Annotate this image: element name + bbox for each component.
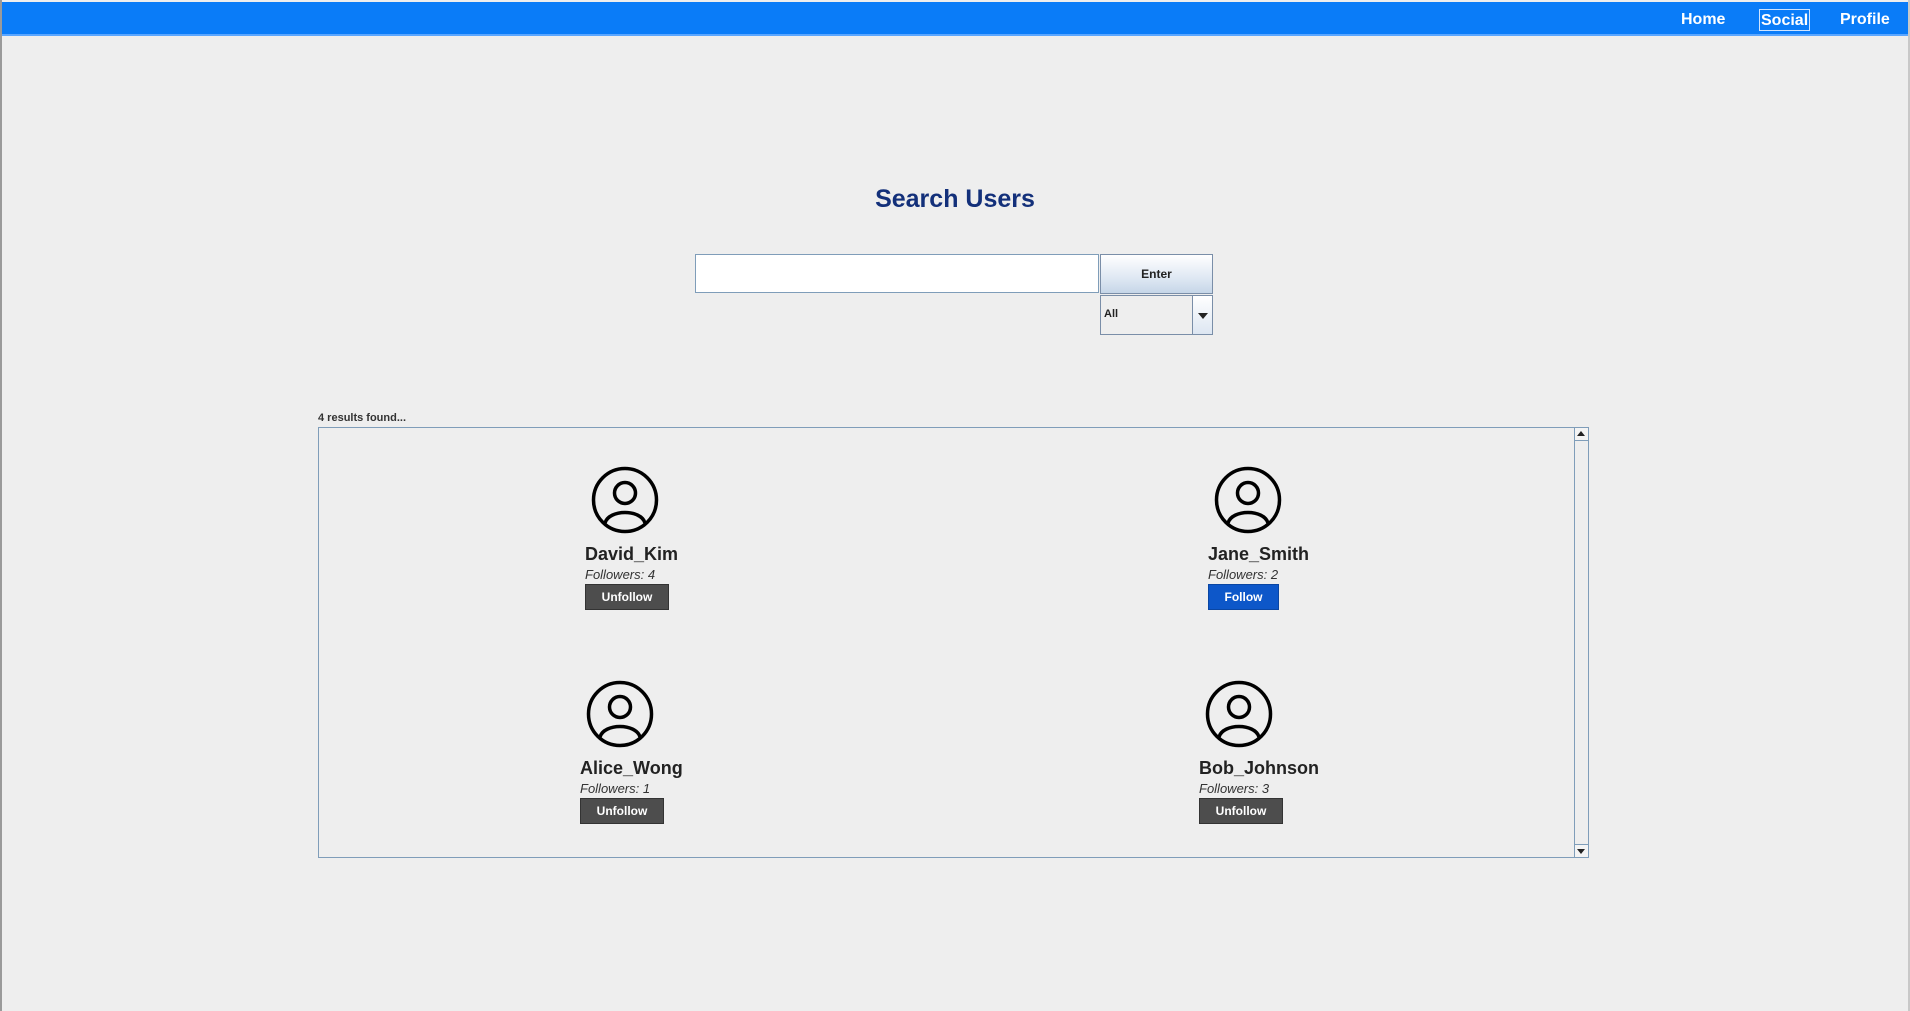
- user-card: Jane_Smith Followers: 2 Follow: [1208, 466, 1408, 616]
- user-circle-icon: [1205, 680, 1273, 748]
- scroll-up-icon[interactable]: [1575, 428, 1588, 441]
- filter-selected-value: All: [1104, 308, 1119, 320]
- user-circle-icon: [586, 680, 654, 748]
- follow-button[interactable]: Follow: [1208, 584, 1279, 610]
- user-circle-icon: [591, 466, 659, 534]
- followers-count: Followers: 2: [1208, 567, 1279, 582]
- nav-home[interactable]: Home: [1679, 9, 1727, 31]
- user-card: David_Kim Followers: 4 Unfollow: [585, 466, 785, 616]
- followers-count: Followers: 3: [1199, 781, 1270, 796]
- chevron-down-icon[interactable]: [1192, 296, 1212, 334]
- username: Jane_Smith: [1208, 544, 1310, 564]
- top-navigation-bar: Home Social Profile: [2, 2, 1908, 36]
- user-circle-icon: [1214, 466, 1282, 534]
- results-count: 4 results found...: [318, 412, 407, 424]
- user-card: Alice_Wong Followers: 1 Unfollow: [580, 680, 780, 830]
- page-title: Search Users: [875, 185, 1035, 213]
- username: Bob_Johnson: [1199, 758, 1319, 778]
- vertical-scrollbar[interactable]: [1574, 428, 1588, 857]
- filter-dropdown[interactable]: All: [1100, 295, 1213, 335]
- username: Alice_Wong: [580, 758, 683, 778]
- user-card: Bob_Johnson Followers: 3 Unfollow: [1199, 680, 1399, 830]
- unfollow-button[interactable]: Unfollow: [585, 584, 669, 610]
- username: David_Kim: [585, 544, 679, 564]
- unfollow-button[interactable]: Unfollow: [1199, 798, 1283, 824]
- unfollow-button[interactable]: Unfollow: [580, 798, 664, 824]
- enter-button[interactable]: Enter: [1100, 254, 1213, 294]
- results-panel: David_Kim Followers: 4 Unfollow Jane_Smi…: [318, 427, 1589, 858]
- followers-count: Followers: 4: [585, 567, 656, 582]
- followers-count: Followers: 1: [580, 781, 651, 796]
- nav-profile[interactable]: Profile: [1838, 9, 1892, 31]
- search-input[interactable]: [695, 254, 1099, 293]
- scroll-down-icon[interactable]: [1575, 844, 1588, 857]
- nav-social[interactable]: Social: [1759, 9, 1811, 31]
- window-border-left: [0, 0, 2, 1011]
